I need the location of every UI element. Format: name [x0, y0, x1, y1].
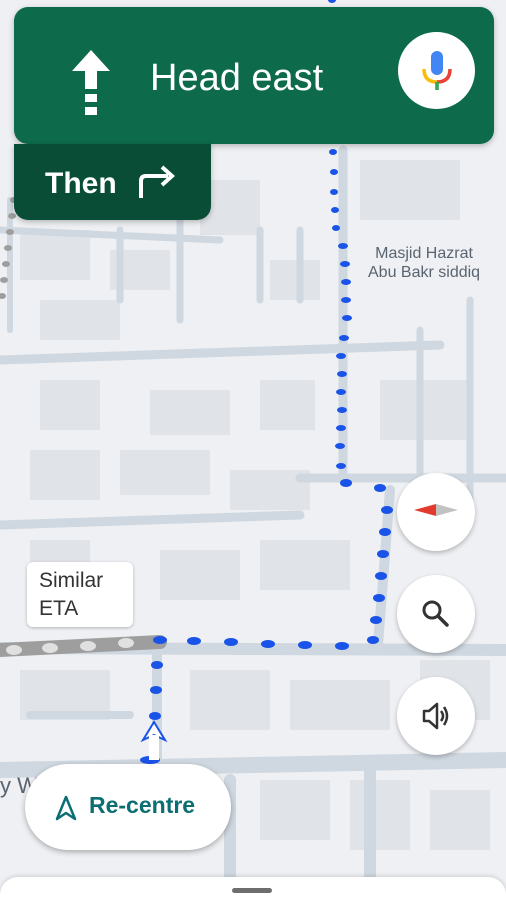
- search-icon: [422, 600, 449, 627]
- navigation-arrow-icon: [55, 795, 77, 821]
- eta-line1: Similar: [39, 569, 104, 592]
- turn-right-icon: [139, 165, 175, 198]
- drag-handle[interactable]: [232, 888, 272, 893]
- microphone-icon: [422, 51, 452, 90]
- place-label-line1: Masjid Hazrat: [375, 245, 473, 262]
- bottom-sheet[interactable]: [0, 877, 506, 900]
- recentre-button[interactable]: Re-centre: [25, 764, 231, 850]
- next-maneuver-card[interactable]: Then: [14, 144, 211, 220]
- voice-search-button[interactable]: [398, 32, 475, 109]
- sound-button[interactable]: [397, 677, 475, 755]
- search-button[interactable]: [397, 575, 475, 653]
- volume-icon: [422, 702, 449, 730]
- navigation-instruction-card[interactable]: Head east: [14, 7, 494, 144]
- then-label: Then: [45, 167, 117, 200]
- compass-button[interactable]: [397, 473, 475, 551]
- place-label[interactable]: Masjid Hazrat Abu Bakr siddiq: [368, 244, 480, 282]
- instruction-text: Head east: [150, 57, 324, 99]
- eta-line2: ETA: [39, 597, 79, 620]
- straight-arrow-icon: [72, 50, 110, 115]
- recentre-label: Re-centre: [89, 792, 196, 818]
- compass-icon: [414, 504, 458, 516]
- similar-eta-bubble[interactable]: Similar ETA: [27, 562, 133, 627]
- place-label-line2: Abu Bakr siddiq: [368, 264, 481, 281]
